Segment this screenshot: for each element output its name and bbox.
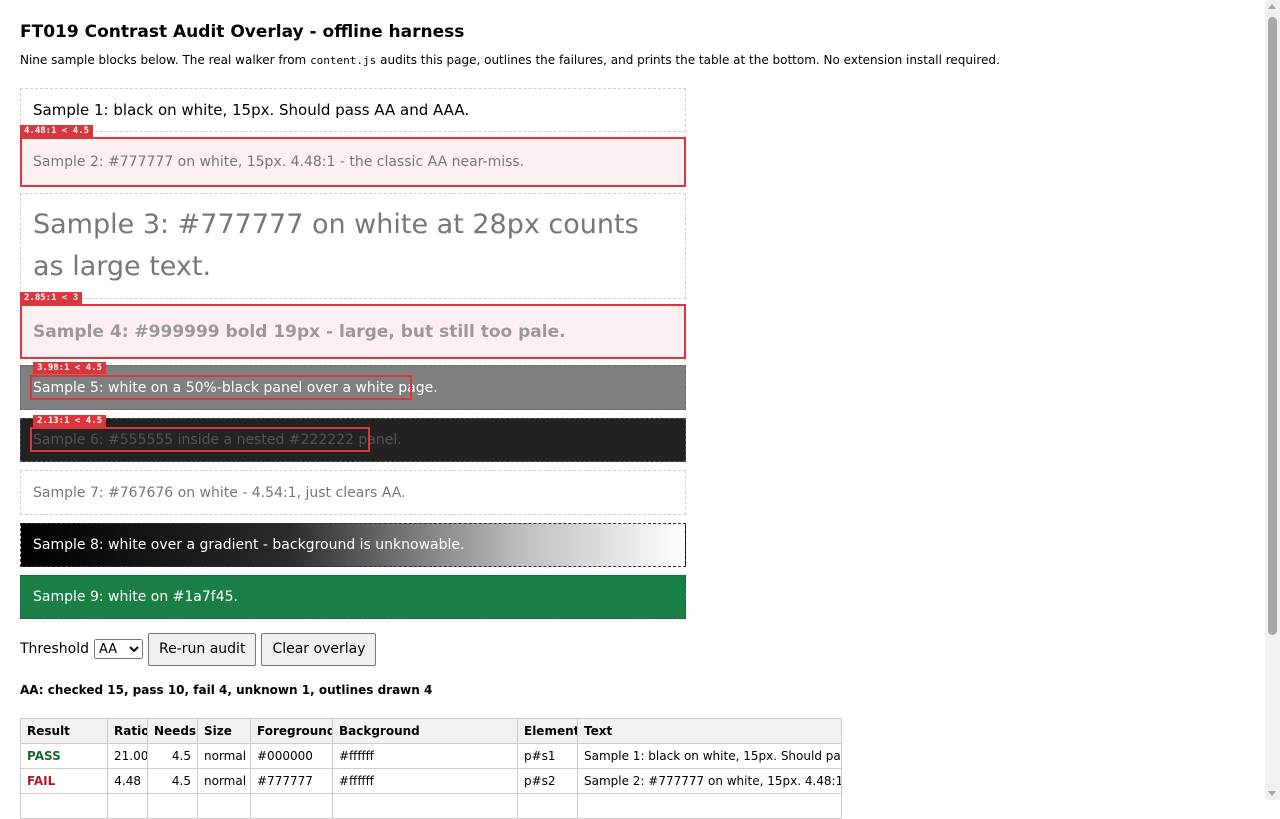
results-table: Result Ratio Needs Size Foreground Backg… <box>20 718 842 819</box>
sample-1-text: Sample 1: black on white, 15px. Should p… <box>33 101 470 119</box>
element-cell <box>517 793 578 819</box>
clear-overlay-button[interactable]: Clear overlay <box>261 632 377 666</box>
background-cell <box>332 793 518 819</box>
foreground-cell: #777777 <box>250 768 333 794</box>
intro-text-start: Nine sample blocks below. The real walke… <box>20 53 311 67</box>
column-header-element: Element <box>517 718 578 744</box>
sample-4-ratio-badge: 2.85:1 < 3 <box>20 292 83 304</box>
sample-7-block: Sample 7: #767676 on white - 4.54:1, jus… <box>20 470 686 515</box>
ratio-cell <box>107 793 148 819</box>
column-header-needs: Needs <box>147 718 198 744</box>
sample-2-block: Sample 2: #777777 on white, 15px. 4.48:1… <box>20 137 686 187</box>
needs-cell: 4.5 <box>147 743 198 769</box>
result-cell: PASS <box>20 743 108 769</box>
sample-8-block: Sample 8: white over a gradient - backgr… <box>20 523 686 567</box>
needs-cell <box>147 793 198 819</box>
column-header-result: Result <box>20 718 108 744</box>
table-row: FAIL 4.48 4.5 normal #777777 #ffffff p#s… <box>20 768 842 794</box>
text-cell: Sample 1: black on white, 15px. Should p… <box>577 743 842 769</box>
audit-summary: AA: checked 15, pass 10, fail 4, unknown… <box>20 683 433 697</box>
element-cell: p#s2 <box>517 768 578 794</box>
column-header-background: Background <box>332 718 518 744</box>
sample-4-text: Sample 4: #999999 bold 19px - large, but… <box>33 321 566 342</box>
audit-controls: Threshold AA AAA Re-run audit Clear over… <box>20 632 381 666</box>
threshold-select[interactable]: AA AAA <box>94 639 143 659</box>
result-cell <box>20 793 108 819</box>
column-header-ratio: Ratio <box>107 718 148 744</box>
intro-code: content.js <box>310 54 377 67</box>
size-cell: normal <box>197 743 251 769</box>
table-header-row: Result Ratio Needs Size Foreground Backg… <box>20 718 842 744</box>
scroll-up-arrow-icon[interactable] <box>1268 4 1276 9</box>
background-cell: #ffffff <box>332 743 518 769</box>
sample-7-text: Sample 7: #767676 on white - 4.54:1, jus… <box>33 484 406 501</box>
sample-2-ratio-badge: 4.48:1 < 4.5 <box>20 125 94 137</box>
sample-9-text: Sample 9: white on #1a7f45. <box>33 589 238 605</box>
element-cell: p#s1 <box>517 743 578 769</box>
sample-8-text: Sample 8: white over a gradient - backgr… <box>33 537 465 553</box>
sample-6-ratio-badge: 2.13:1 < 4.5 <box>33 415 107 427</box>
column-header-foreground: Foreground <box>250 718 333 744</box>
sample-1-block: Sample 1: black on white, 15px. Should p… <box>20 88 686 132</box>
column-header-size: Size <box>197 718 251 744</box>
result-cell: FAIL <box>20 768 108 794</box>
background-cell: #ffffff <box>332 768 518 794</box>
column-header-text: Text <box>577 718 842 744</box>
needs-cell: 4.5 <box>147 768 198 794</box>
sample-5-failure-outline <box>30 375 412 400</box>
size-cell <box>197 793 251 819</box>
intro-text: Nine sample blocks below. The real walke… <box>20 53 1000 67</box>
sample-6-failure-outline <box>30 427 370 452</box>
sample-2-text: Sample 2: #777777 on white, 15px. 4.48:1… <box>33 154 525 170</box>
intro-text-end: audits this page, outlines the failures,… <box>376 53 1000 67</box>
ratio-cell: 21.00 <box>107 743 148 769</box>
sample-4-block: Sample 4: #999999 bold 19px - large, but… <box>20 304 686 359</box>
ratio-cell: 4.48 <box>107 768 148 794</box>
sample-3-block: Sample 3: #777777 on white at 28px count… <box>20 193 686 299</box>
scroll-down-arrow-icon[interactable] <box>1268 791 1276 796</box>
page-title: FT019 Contrast Audit Overlay - offline h… <box>20 22 465 42</box>
rerun-audit-button[interactable]: Re-run audit <box>148 632 257 666</box>
text-cell <box>577 793 842 819</box>
foreground-cell <box>250 793 333 819</box>
sample-3-text: Sample 3: #777777 on white at 28px count… <box>33 209 639 282</box>
sample-5-ratio-badge: 3.98:1 < 4.5 <box>33 362 107 374</box>
foreground-cell: #000000 <box>250 743 333 769</box>
table-row <box>20 793 842 819</box>
page-scrollbar[interactable] <box>1265 0 1280 800</box>
size-cell: normal <box>197 768 251 794</box>
table-row: PASS 21.00 4.5 normal #000000 #ffffff p#… <box>20 743 842 769</box>
sample-9-block: Sample 9: white on #1a7f45. <box>20 575 686 619</box>
text-cell: Sample 2: #777777 on white, 15px. 4.48:1… <box>577 768 842 794</box>
scrollbar-thumb[interactable] <box>1268 17 1277 635</box>
threshold-label: Threshold <box>20 641 89 657</box>
